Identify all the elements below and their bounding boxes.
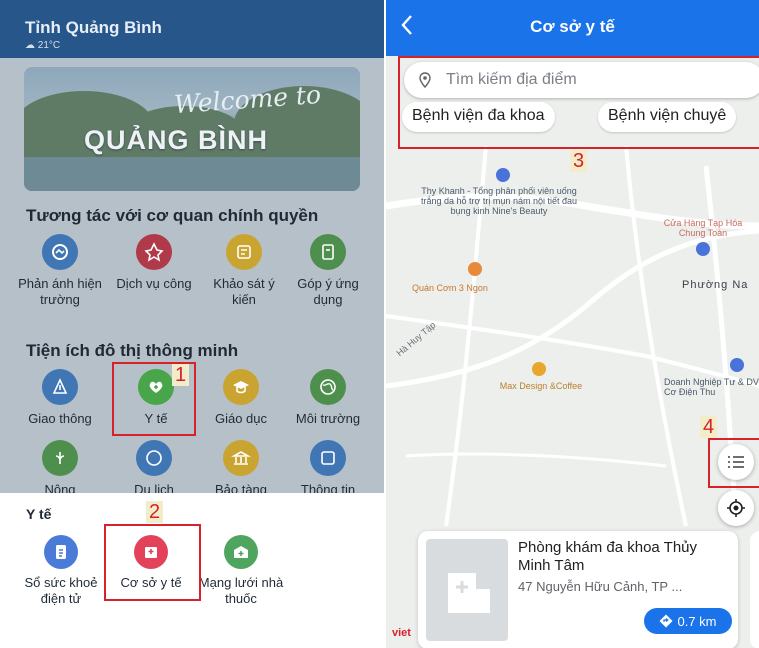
grid-item-label: Góp ý ứng dụng [297, 276, 359, 307]
left-header: Tỉnh Quảng Bình ☁ 21°C [0, 0, 384, 58]
grid-item-feedback[interactable]: Góp ý ứng dụng [284, 234, 372, 308]
grid-item-agriculture[interactable]: Nông [16, 440, 104, 493]
grid-item-label: Du lịch [134, 482, 174, 493]
grid-item-survey[interactable]: Khảo sát ý kiến [200, 234, 288, 308]
step-tag-1: 1 [172, 364, 190, 386]
next-facility-card[interactable] [750, 531, 759, 648]
step-tag-2: 2 [146, 501, 164, 523]
sheet-item-label: Mạng lưới nhà thuốc [198, 575, 284, 606]
map-info-icon [310, 440, 346, 476]
report-icon [42, 234, 78, 270]
feedback-icon [310, 234, 346, 270]
facility-thumbnail [426, 539, 508, 641]
page-title: Cơ sở y tế [530, 17, 615, 36]
grid-item-report[interactable]: Phản ánh hiện trường [16, 234, 104, 308]
museum-icon [223, 440, 259, 476]
left-phone-screen: Tỉnh Quảng Bình ☁ 21°C Welcome to QUẢNG … [0, 0, 384, 648]
poi-pin-icon[interactable] [696, 242, 710, 256]
facility-card[interactable]: Phòng khám đa khoa Thủy Minh Tâm 47 Nguy… [418, 531, 738, 648]
bottom-sheet-health: Y tế Sổ sức khoẻ điện tử Cơ sở y tế Mạng… [0, 493, 384, 648]
sheet-item-pharmacy[interactable]: Mạng lưới nhà thuốc [196, 535, 286, 607]
district-label: Phường Na [682, 279, 749, 291]
grid-item-label: Dịch vụ công [116, 276, 192, 291]
poi-pin-icon[interactable] [730, 358, 744, 372]
sheet-item-health-record[interactable]: Sổ sức khoẻ điện tử [16, 535, 106, 607]
globe-icon [310, 369, 346, 405]
traffic-icon [42, 369, 78, 405]
grid-item-label: Thông tin [300, 482, 356, 493]
brand-logo: viet [392, 627, 411, 639]
dimmed-home-area: Tỉnh Quảng Bình ☁ 21°C Welcome to QUẢNG … [0, 0, 384, 493]
crosshair-icon [727, 499, 745, 517]
directions-icon [659, 614, 673, 628]
grid-item-label: Môi trường [295, 411, 361, 426]
grid-item-label: Phản ánh hiện trường [18, 276, 102, 307]
welcome-banner[interactable]: Welcome to QUẢNG BÌNH [24, 67, 360, 191]
poi-label-thy-khanh[interactable]: Thy Khanh - Tổng phân phối viên uống trắ… [414, 186, 584, 216]
highlight-box-3 [398, 56, 759, 149]
grid-item-label: Khảo sát ý kiến [213, 276, 275, 307]
cafe-pin-icon[interactable] [532, 362, 546, 376]
grid-item-museum[interactable]: Bảo tàng [197, 440, 285, 493]
step-tag-3: 3 [570, 150, 588, 172]
distance-text: 0.7 km [677, 613, 717, 629]
grid-item-education[interactable]: Giáo dục [197, 369, 285, 427]
grid-item-travel[interactable]: Du lịch [110, 440, 198, 493]
highlight-box-4 [708, 438, 759, 488]
sheet-item-label: Sổ sức khoẻ điện tử [24, 575, 98, 606]
right-header: Cơ sở y tế [386, 0, 759, 56]
grid-item-label: Giao thông [28, 411, 92, 426]
facility-name: Phòng khám đa khoa Thủy Minh Tâm [518, 539, 698, 574]
grid-item-label: Nông [44, 482, 76, 493]
pharmacy-icon [224, 535, 258, 569]
weather: ☁ 21°C [25, 40, 61, 51]
poi-label-cafe[interactable]: Max Design &Coffee [476, 381, 606, 391]
grid-item-public-service[interactable]: Dịch vụ công [110, 234, 198, 292]
grid-item-environment[interactable]: Môi trường [284, 369, 372, 427]
distance-badge[interactable]: 0.7 km [644, 608, 732, 634]
banner-water [24, 157, 360, 191]
grid-item-traffic[interactable]: Giao thông [16, 369, 104, 427]
graduation-icon [223, 369, 259, 405]
public-service-icon [136, 234, 172, 270]
province-title: Tỉnh Quảng Bình [25, 18, 162, 37]
right-phone-screen: Cơ sở y tế Tìm kiếm địa điểm Bệnh viện đ… [386, 0, 759, 648]
banner-place-text: QUẢNG BÌNH [84, 125, 268, 155]
grid-item-label: Bảo tàng [214, 482, 268, 493]
highlight-box-2 [104, 524, 201, 601]
sheet-title: Y tế [26, 506, 52, 522]
building-icon [448, 573, 490, 613]
poi-label-restaurant[interactable]: Quán Cơm 3 Ngon [412, 283, 532, 293]
screenshot-stage: Tỉnh Quảng Bình ☁ 21°C Welcome to QUẢNG … [0, 0, 759, 648]
section-title-smart-city: Tiện ích đô thị thông minh [26, 341, 239, 360]
poi-label-business[interactable]: Doanh Nghiệp Tư & DV Cơ Điện Thu [664, 377, 759, 397]
agriculture-icon [42, 440, 78, 476]
poi-pin-icon[interactable] [496, 168, 510, 182]
facility-address: 47 Nguyễn Hữu Cảnh, TP ... [518, 579, 683, 594]
survey-icon [226, 234, 262, 270]
grid-item-info[interactable]: Thông tin [284, 440, 372, 493]
section-title-government: Tương tác với cơ quan chính quyền [26, 206, 319, 225]
my-location-button[interactable] [718, 490, 754, 526]
restaurant-pin-icon[interactable] [468, 262, 482, 276]
step-tag-4: 4 [700, 416, 718, 438]
poi-label-store[interactable]: Cửa Hàng Tạp Hóa Chung Toàn [658, 218, 748, 238]
map-view[interactable]: Tìm kiếm địa điểm Bệnh viện đa khoa Bệnh… [386, 56, 759, 648]
health-record-icon [44, 535, 78, 569]
grid-item-label: Giáo dục [214, 411, 268, 426]
weather-temp: 21°C [37, 40, 61, 51]
travel-icon [136, 440, 172, 476]
